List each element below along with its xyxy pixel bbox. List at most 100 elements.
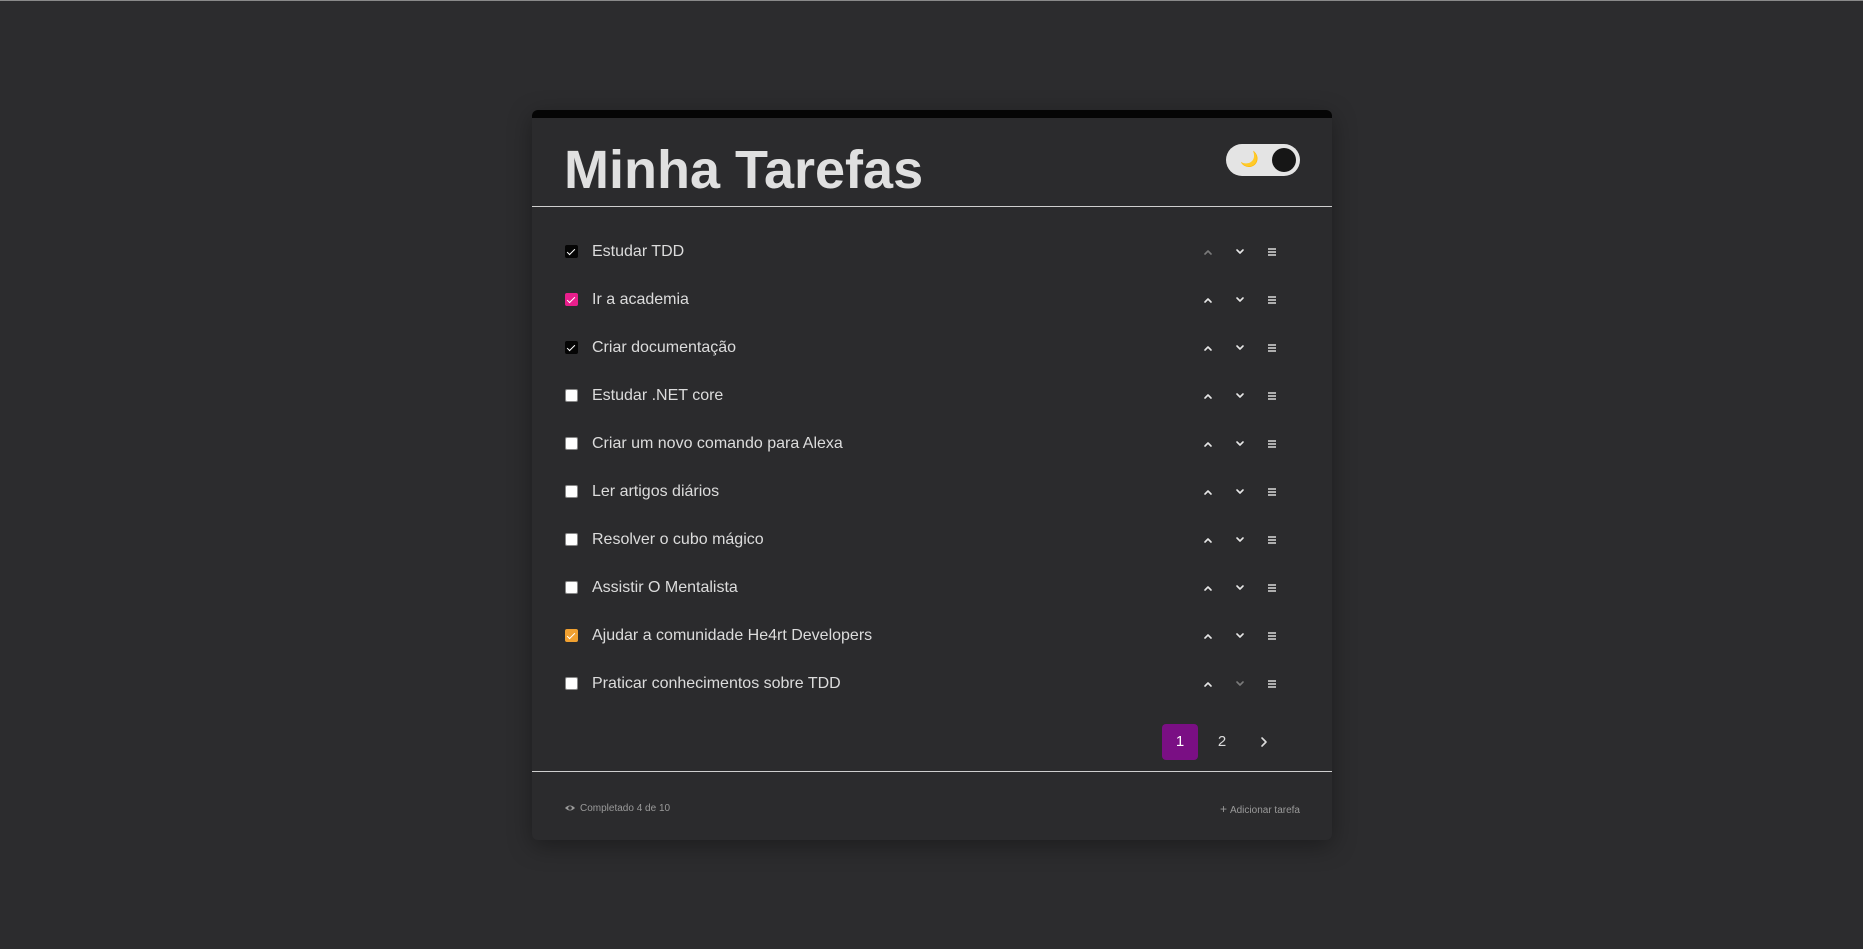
menu-icon bbox=[1268, 344, 1276, 352]
chevron-down-icon bbox=[1236, 249, 1244, 254]
header-divider bbox=[532, 206, 1332, 207]
task-list: Estudar TDD Ir a academia Criar documentaç… bbox=[532, 228, 1332, 708]
task-checkbox[interactable] bbox=[565, 629, 578, 642]
task-row: Resolver o cubo mágico bbox=[532, 516, 1332, 564]
chevron-up-icon bbox=[1204, 394, 1212, 399]
chevron-down-icon bbox=[1236, 441, 1244, 446]
chevron-down-icon bbox=[1236, 633, 1244, 638]
move-up-button[interactable] bbox=[1196, 384, 1220, 408]
chevron-up-icon bbox=[1204, 634, 1212, 639]
add-task-button[interactable]: + Adicionar tarefa bbox=[1220, 802, 1300, 818]
task-label: Criar um novo comando para Alexa bbox=[592, 435, 843, 452]
plus-icon: + bbox=[1219, 802, 1227, 816]
drag-handle-button[interactable] bbox=[1260, 672, 1284, 696]
chevron-up-icon bbox=[1204, 346, 1212, 351]
drag-handle-button[interactable] bbox=[1260, 576, 1284, 600]
menu-icon bbox=[1268, 632, 1276, 640]
move-up-button[interactable] bbox=[1196, 480, 1220, 504]
task-label: Praticar conhecimentos sobre TDD bbox=[592, 675, 841, 692]
drag-handle-button[interactable] bbox=[1260, 240, 1284, 264]
chevron-down-icon bbox=[1236, 537, 1244, 542]
next-page-button[interactable] bbox=[1246, 724, 1282, 760]
move-up-button[interactable] bbox=[1196, 240, 1220, 264]
task-label: Assistir O Mentalista bbox=[592, 579, 738, 596]
task-checkbox[interactable] bbox=[565, 437, 578, 450]
chevron-down-icon bbox=[1236, 681, 1244, 686]
chevron-up-icon bbox=[1204, 250, 1212, 255]
eye-icon bbox=[565, 805, 575, 811]
task-label: Estudar .NET core bbox=[592, 387, 724, 404]
menu-icon bbox=[1268, 680, 1276, 688]
completed-status: Completado 4 de 10 bbox=[564, 802, 670, 816]
move-down-button[interactable] bbox=[1228, 480, 1252, 504]
chevron-right-icon bbox=[1261, 737, 1267, 747]
page-top-border bbox=[0, 0, 1863, 1]
task-checkbox[interactable] bbox=[565, 245, 578, 258]
move-up-button[interactable] bbox=[1196, 576, 1220, 600]
theme-toggle[interactable]: 🌙 bbox=[1226, 144, 1300, 176]
menu-icon bbox=[1268, 536, 1276, 544]
drag-handle-button[interactable] bbox=[1260, 528, 1284, 552]
page-title: Minha Tarefas bbox=[564, 140, 924, 200]
chevron-up-icon bbox=[1204, 682, 1212, 687]
chevron-up-icon bbox=[1204, 586, 1212, 591]
menu-icon bbox=[1268, 296, 1276, 304]
footer-divider bbox=[532, 771, 1332, 772]
chevron-down-icon bbox=[1236, 489, 1244, 494]
task-card: Minha Tarefas 🌙 Estudar TDD Ir a academia… bbox=[532, 110, 1332, 840]
task-checkbox[interactable] bbox=[565, 293, 578, 306]
moon-icon: 🌙 bbox=[1240, 151, 1259, 168]
move-down-button[interactable] bbox=[1228, 336, 1252, 360]
move-down-button[interactable] bbox=[1228, 576, 1252, 600]
task-checkbox[interactable] bbox=[565, 677, 578, 690]
menu-icon bbox=[1268, 392, 1276, 400]
drag-handle-button[interactable] bbox=[1260, 384, 1284, 408]
task-checkbox[interactable] bbox=[565, 533, 578, 546]
task-checkbox[interactable] bbox=[565, 389, 578, 402]
drag-handle-button[interactable] bbox=[1260, 432, 1284, 456]
task-row: Ir a academia bbox=[532, 276, 1332, 324]
task-row: Estudar .NET core bbox=[532, 372, 1332, 420]
move-up-button[interactable] bbox=[1196, 528, 1220, 552]
task-checkbox[interactable] bbox=[565, 341, 578, 354]
chevron-down-icon bbox=[1236, 345, 1244, 350]
move-up-button[interactable] bbox=[1196, 336, 1220, 360]
toggle-knob bbox=[1272, 148, 1296, 172]
move-down-button[interactable] bbox=[1228, 384, 1252, 408]
move-up-button[interactable] bbox=[1196, 624, 1220, 648]
task-label: Resolver o cubo mágico bbox=[592, 531, 764, 548]
task-label: Ir a academia bbox=[592, 291, 689, 308]
drag-handle-button[interactable] bbox=[1260, 336, 1284, 360]
move-down-button[interactable] bbox=[1228, 432, 1252, 456]
chevron-up-icon bbox=[1204, 298, 1212, 303]
menu-icon bbox=[1268, 584, 1276, 592]
move-down-button[interactable] bbox=[1228, 240, 1252, 264]
drag-handle-button[interactable] bbox=[1260, 288, 1284, 312]
page-button-2[interactable]: 2 bbox=[1204, 724, 1240, 760]
completed-text: Completado 4 de 10 bbox=[580, 803, 671, 814]
menu-icon bbox=[1268, 248, 1276, 256]
move-down-button[interactable] bbox=[1228, 624, 1252, 648]
move-up-button[interactable] bbox=[1196, 432, 1220, 456]
task-checkbox[interactable] bbox=[565, 485, 578, 498]
move-up-button[interactable] bbox=[1196, 672, 1220, 696]
pagination: 1 2 bbox=[532, 724, 1332, 760]
task-row: Criar um novo comando para Alexa bbox=[532, 420, 1332, 468]
chevron-down-icon bbox=[1236, 393, 1244, 398]
task-row: Estudar TDD bbox=[532, 228, 1332, 276]
menu-icon bbox=[1268, 440, 1276, 448]
chevron-down-icon bbox=[1236, 585, 1244, 590]
add-task-label: Adicionar tarefa bbox=[1229, 805, 1300, 816]
page-button-1[interactable]: 1 bbox=[1162, 724, 1198, 760]
move-down-button[interactable] bbox=[1228, 288, 1252, 312]
chevron-up-icon bbox=[1204, 538, 1212, 543]
drag-handle-button[interactable] bbox=[1260, 480, 1284, 504]
move-down-button[interactable] bbox=[1228, 672, 1252, 696]
task-checkbox[interactable] bbox=[565, 581, 578, 594]
move-up-button[interactable] bbox=[1196, 288, 1220, 312]
drag-handle-button[interactable] bbox=[1260, 624, 1284, 648]
chevron-up-icon bbox=[1204, 490, 1212, 495]
chevron-down-icon bbox=[1236, 297, 1244, 302]
move-down-button[interactable] bbox=[1228, 528, 1252, 552]
card-top-bar bbox=[532, 110, 1332, 118]
